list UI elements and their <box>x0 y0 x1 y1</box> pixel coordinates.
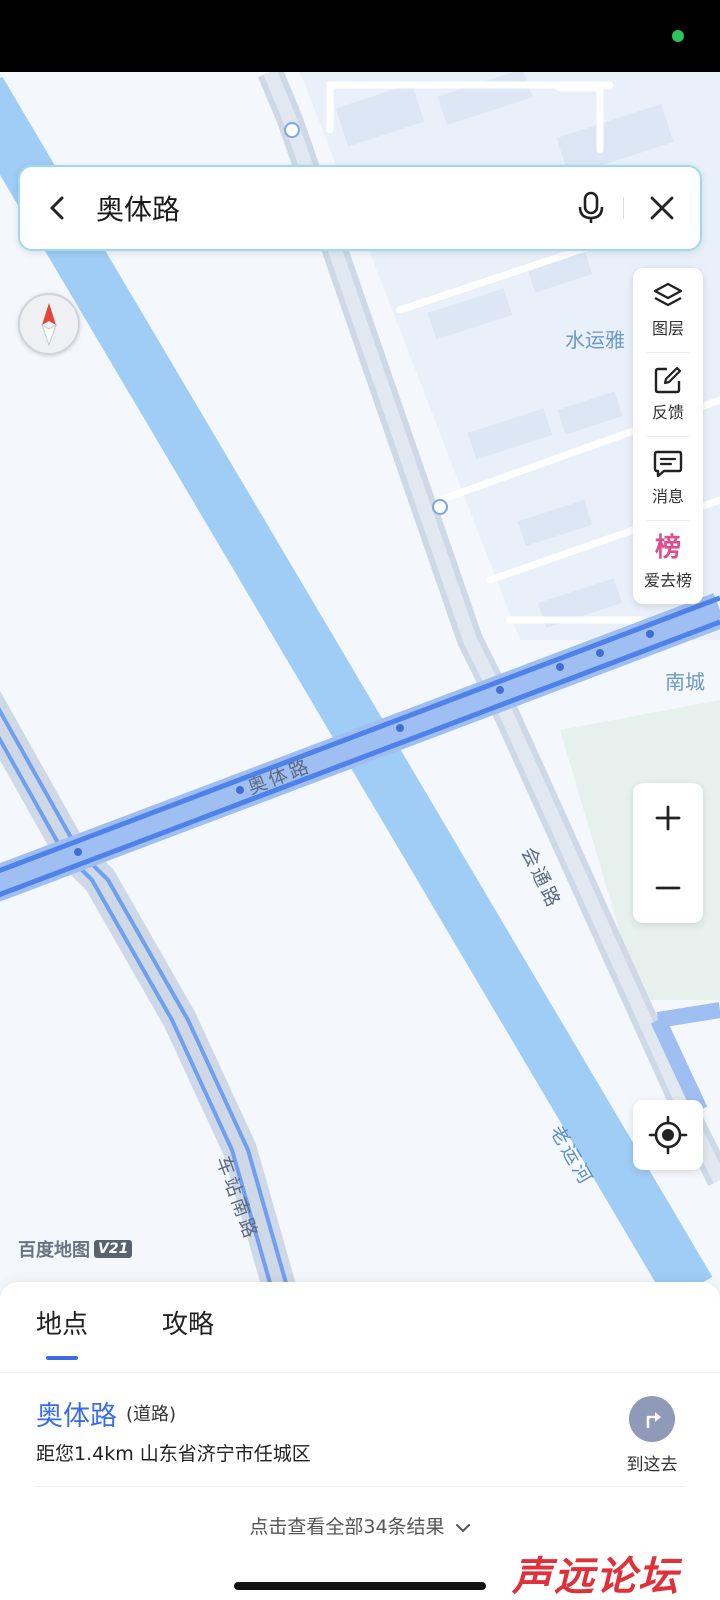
back-button[interactable] <box>20 165 96 251</box>
layers-button[interactable]: 图层 <box>633 268 703 352</box>
brand-name: 百度地图 <box>18 1240 90 1261</box>
map-brand-logo: 百度地图 V21 <box>18 1236 133 1262</box>
tab-places[interactable]: 地点 <box>36 1304 88 1341</box>
result-divider <box>36 1486 684 1487</box>
search-bar[interactable]: 奥体路 <box>18 165 702 251</box>
minus-icon <box>655 886 681 890</box>
chevron-left-icon <box>50 196 64 220</box>
search-input[interactable]: 奥体路 <box>96 188 559 228</box>
messages-button[interactable]: 消息 <box>633 436 703 520</box>
messages-label: 消息 <box>651 487 684 506</box>
go-here-button[interactable]: 到这去 <box>612 1396 692 1476</box>
crosshair-icon <box>648 1115 688 1155</box>
result-title[interactable]: 奥体路 <box>36 1394 117 1433</box>
forum-watermark: 声远论坛 <box>512 1554 680 1600</box>
zoom-out-button[interactable] <box>633 853 703 923</box>
tab-divider <box>0 1372 720 1373</box>
view-all-results-label: 点击查看全部34条结果 <box>249 1516 445 1538</box>
layers-icon <box>653 282 683 307</box>
ranking-icon: 榜 <box>654 533 681 563</box>
clear-search-button[interactable] <box>624 165 700 251</box>
active-tab-indicator <box>46 1356 78 1360</box>
map-graphics <box>0 72 720 1282</box>
ranking-label: 爱去榜 <box>643 571 692 590</box>
chevron-down-icon <box>455 1524 470 1533</box>
map-canvas[interactable]: 奥体路 会通路 老运河 车站南路 水运雅 南城 <box>0 72 720 1282</box>
poi-label-nancheng[interactable]: 南城 <box>665 666 705 695</box>
results-sheet: 地点 攻略 奥体路 (道路) 距您1.4km 山东省济宁市任城区 到这去 点击查… <box>0 1282 720 1600</box>
compass-icon <box>41 303 57 347</box>
layers-label: 图层 <box>651 319 684 338</box>
result-address: 距您1.4km 山东省济宁市任城区 <box>36 1443 311 1465</box>
feedback-button[interactable]: 反馈 <box>633 352 703 436</box>
ranking-button[interactable]: 榜 爱去榜 <box>633 520 703 604</box>
poi-label-shuiyun[interactable]: 水运雅 <box>565 324 625 353</box>
status-bar <box>0 0 720 72</box>
plus-icon <box>655 805 681 831</box>
home-indicator[interactable] <box>234 1582 486 1590</box>
locate-me-button[interactable] <box>633 1100 703 1170</box>
zoom-in-button[interactable] <box>633 783 703 853</box>
feedback-icon <box>654 366 682 394</box>
microphone-icon <box>578 191 604 223</box>
result-type: (道路) <box>126 1404 177 1425</box>
route-icon <box>629 1396 675 1442</box>
privacy-indicator-dot <box>672 30 684 42</box>
voice-search-button[interactable] <box>559 165 623 251</box>
go-here-label: 到这去 <box>626 1455 678 1475</box>
zoom-controls <box>633 783 703 923</box>
brand-version: V21 <box>94 1240 133 1258</box>
view-all-results-link[interactable]: 点击查看全部34条结果 <box>0 1512 720 1539</box>
message-icon <box>653 450 683 478</box>
compass-button[interactable] <box>18 293 80 355</box>
feedback-label: 反馈 <box>651 403 684 422</box>
close-icon <box>650 196 674 220</box>
map-tools-panel: 图层 反馈 消息 榜 爱去榜 <box>633 268 703 604</box>
tab-guides[interactable]: 攻略 <box>162 1304 214 1341</box>
